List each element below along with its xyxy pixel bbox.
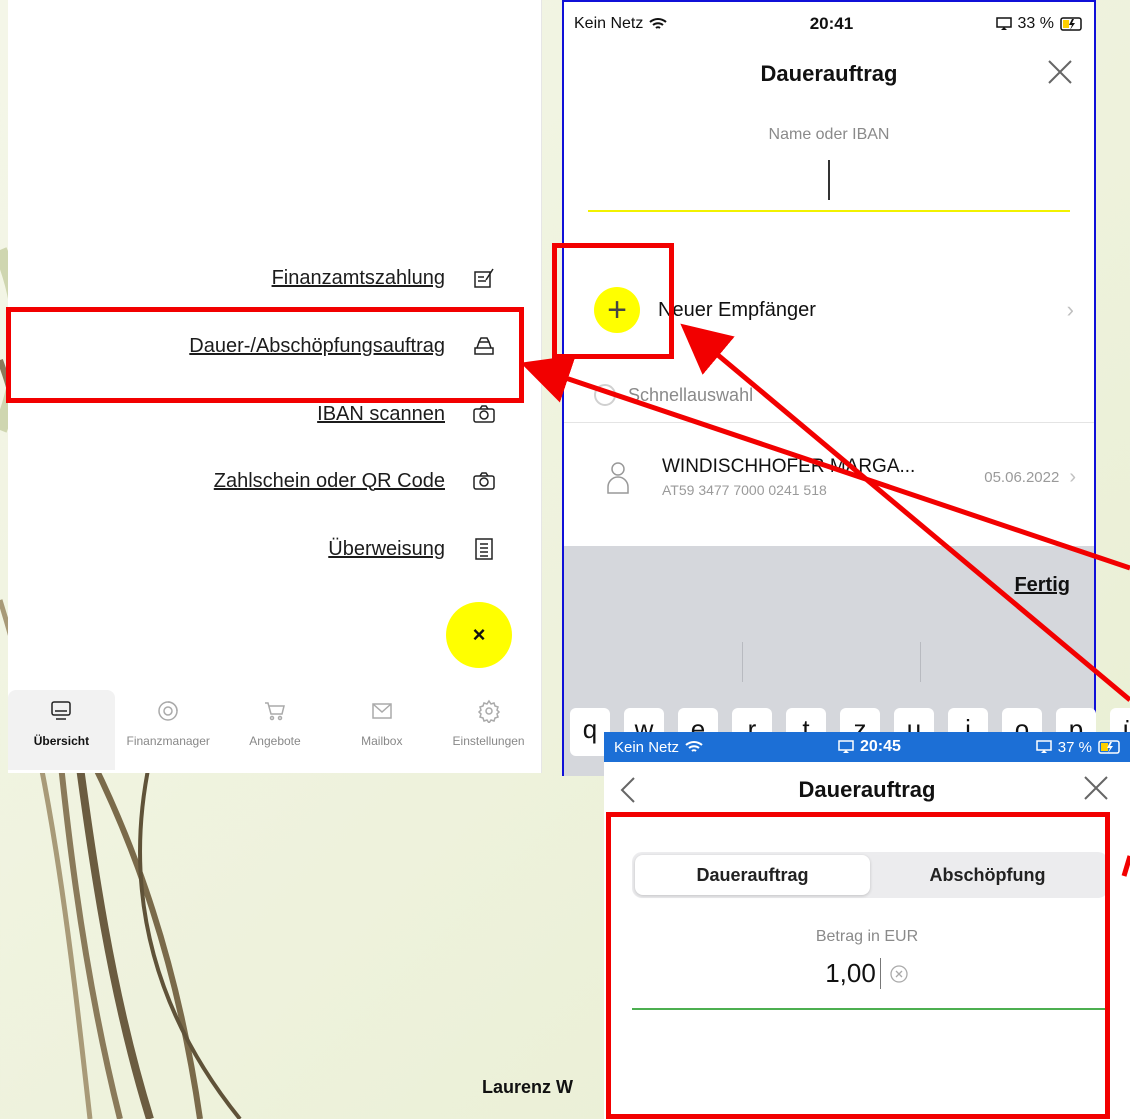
done-button[interactable]: Fertig	[1014, 574, 1070, 597]
contact-name: WINDISCHHOFER MARGA...	[662, 456, 916, 477]
close-icon[interactable]	[1044, 56, 1076, 88]
name-iban-label: Name oder IBAN	[768, 126, 890, 143]
bottom-tab-bar: Übersicht Finanzmanager Angebote Mailbox…	[8, 690, 542, 770]
menu-item-label: Überweisung	[328, 537, 445, 560]
contact-iban: AT59 3477 7000 0241 518	[662, 482, 827, 498]
close-menu-button[interactable]: ×	[446, 602, 512, 668]
contact-list-item[interactable]: WINDISCHHOFER MARGA... AT59 3477 7000 02…	[564, 442, 1094, 512]
screen-mirror-icon	[838, 740, 854, 753]
divider	[564, 422, 1094, 423]
keyboard-toolbar: Fertig	[564, 546, 1094, 626]
recipient-selection-screen: Kein Netz 20:41 33 % Dauerauftrag Name o…	[562, 0, 1130, 776]
cart-icon	[262, 698, 288, 724]
chevron-right-icon: ›	[1069, 465, 1076, 488]
nav-bar: Dauerauftrag	[604, 762, 1130, 818]
menu-item-label: Zahlschein oder QR Code	[213, 469, 445, 492]
carrier-text: Kein Netz	[614, 738, 680, 756]
new-recipient-label: Neuer Empfänger	[658, 298, 816, 321]
tab-mailbox[interactable]: Mailbox	[328, 690, 435, 770]
envelope-icon	[369, 698, 395, 724]
tab-label: Angebote	[249, 734, 301, 748]
menu-item-zahlschein[interactable]: Zahlschein oder QR Code	[214, 461, 497, 501]
quick-select-header[interactable]: Schnellauswahl	[594, 384, 753, 406]
highlight-box-plus	[552, 243, 674, 359]
gear-icon	[476, 698, 502, 724]
close-icon: ×	[472, 622, 486, 647]
wifi-icon	[649, 18, 668, 29]
battery-charging-icon	[1098, 740, 1120, 754]
radio-icon	[594, 384, 616, 406]
screen-mirror-icon	[1036, 740, 1052, 753]
nav-bar: Dauerauftrag	[564, 46, 1094, 102]
page-title: Dauerauftrag	[798, 777, 936, 802]
tab-finanzmanager[interactable]: Finanzmanager	[115, 690, 222, 770]
tab-label: Einstellungen	[452, 734, 525, 748]
chevron-right-icon: ›	[1066, 297, 1074, 322]
contact-date: 05.06.2022	[984, 468, 1060, 486]
battery-percent: 33 %	[1017, 15, 1054, 32]
highlight-box-menu-item	[6, 307, 524, 403]
battery-charging-icon	[1060, 17, 1082, 31]
tab-label: Finanzmanager	[126, 734, 210, 748]
input-underline	[588, 210, 1070, 212]
highlight-box-form	[606, 812, 1110, 1119]
person-icon	[607, 462, 629, 494]
menu-item-finanzamtszahlung[interactable]: Finanzamtszahlung	[272, 258, 497, 298]
status-bar: Kein Netz 20:41 33 %	[564, 2, 1094, 46]
status-bar: Kein Netz 20:45 37 %	[604, 732, 1130, 762]
page-title: Dauerauftrag	[760, 61, 898, 86]
name-iban-input[interactable]	[828, 160, 830, 200]
suggestion-divider	[742, 642, 743, 682]
camera-icon	[471, 468, 497, 494]
tab-einstellungen[interactable]: Einstellungen	[435, 690, 542, 770]
clock-text: 20:45	[859, 738, 901, 755]
close-icon[interactable]	[1080, 772, 1112, 804]
tab-angebote[interactable]: Angebote	[222, 690, 329, 770]
monitor-icon	[48, 698, 74, 724]
tab-label: Übersicht	[33, 734, 90, 748]
form-edit-icon	[471, 265, 497, 291]
screen-mirror-icon	[995, 17, 1012, 30]
camera-icon	[471, 401, 497, 427]
battery-percent: 37 %	[1057, 738, 1092, 756]
clock-text: 20:41	[809, 14, 854, 33]
document-list-icon	[471, 536, 497, 562]
author-credit: Laurenz W	[482, 1077, 574, 1097]
tab-label: Mailbox	[361, 734, 403, 748]
menu-item-label: Finanzamtszahlung	[271, 266, 445, 289]
wifi-icon	[685, 741, 703, 752]
suggestion-divider	[920, 642, 921, 682]
quick-select-label: Schnellauswahl	[628, 384, 754, 405]
tab-uebersicht[interactable]: Übersicht	[8, 690, 115, 770]
circle-progress-icon	[155, 698, 181, 724]
menu-item-label: IBAN scannen	[317, 402, 445, 425]
menu-item-ueberweisung[interactable]: Überweisung	[328, 529, 497, 569]
carrier-text: Kein Netz	[574, 15, 644, 32]
back-chevron-icon[interactable]	[616, 774, 640, 806]
